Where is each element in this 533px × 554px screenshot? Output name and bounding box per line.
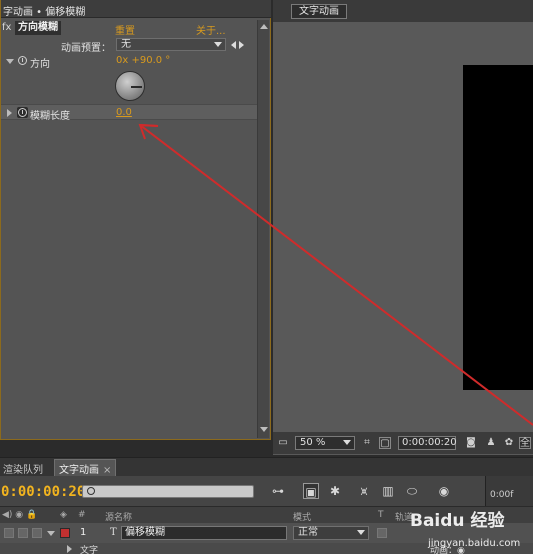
preset-next-arrow-icon[interactable]	[239, 41, 244, 49]
layer-label-color[interactable]	[60, 528, 70, 538]
about-link[interactable]: 关于...	[196, 22, 226, 37]
direction-dial[interactable]	[115, 71, 145, 101]
user-icon[interactable]: ♟	[485, 437, 497, 449]
stopwatch-icon[interactable]	[18, 108, 27, 117]
color-channels-icon[interactable]: ✿	[503, 437, 515, 449]
effect-controls-panel: 字动画 • 偏移模糊 fx 方向模糊 重置 关于... 动画预置： 无 方向 0…	[0, 0, 271, 440]
label-column-icon[interactable]: ◈	[60, 510, 67, 520]
col-hash-header[interactable]: #	[78, 510, 86, 520]
scroll-up-icon[interactable]	[260, 24, 268, 29]
tab-render-queue[interactable]: 渲染队列	[0, 460, 46, 477]
camera-icon[interactable]: ◙	[465, 437, 477, 449]
stopwatch-icon[interactable]	[18, 56, 27, 65]
chevron-down-icon	[357, 530, 365, 535]
graph-editor-icon[interactable]: ◉	[436, 483, 452, 499]
chevron-down-icon	[214, 42, 222, 47]
effect-controls-title-bar: 字动画 • 偏移模糊	[1, 0, 271, 18]
composition-toolbar: ▭ 50 % ⌗ ▢ 0:00:00:20 ◙ ♟ ✿ 全	[273, 432, 533, 454]
animation-preset-select[interactable]: 无	[116, 38, 226, 51]
comp-mini-flowchart-icon[interactable]: ⊶	[270, 483, 286, 499]
text-layer-icon: T	[110, 527, 117, 538]
reset-link[interactable]: 重置	[115, 22, 135, 37]
preserve-transparency-switch[interactable]	[377, 528, 387, 538]
composition-tab-bar: 文字动画	[273, 0, 533, 22]
audio-switch-icon[interactable]	[18, 528, 28, 538]
draft-3d-icon[interactable]: ▣	[303, 483, 319, 499]
layer-name-field[interactable]: 偏移模糊	[121, 526, 287, 540]
text-group-label: 文字	[80, 546, 99, 554]
video-switch-icon[interactable]	[4, 528, 14, 538]
direction-property-row: 方向 0x +90.0 °	[1, 54, 257, 104]
hide-shy-layers-icon[interactable]: ✱	[327, 483, 343, 499]
effect-header-row: fx 方向模糊 重置 关于...	[1, 20, 257, 37]
animation-preset-row: 动画预置： 无	[1, 37, 257, 54]
direction-label: 方向	[30, 59, 50, 70]
effect-controls-scrollbar[interactable]	[257, 20, 269, 438]
col-t-header[interactable]: T	[378, 510, 384, 520]
tab-timeline-label: 文字动画	[59, 465, 99, 476]
baidu-watermark: Baidu 经验 jingyan.baidu.com	[408, 498, 533, 554]
av-features-icon[interactable]: ◀) ◉ 🔒	[2, 510, 37, 520]
motion-blur-icon[interactable]: ▥	[380, 483, 396, 499]
scroll-down-icon[interactable]	[260, 427, 268, 432]
composition-canvas[interactable]	[463, 65, 533, 390]
safe-zones-icon[interactable]: ▢	[379, 437, 391, 449]
composition-panel: 文字动画 ▭ 50 % ⌗ ▢ 0:00:00:20 ◙ ♟ ✿ 全	[273, 0, 533, 455]
zoom-select[interactable]: 50 %	[295, 436, 355, 450]
col-source-name-header[interactable]: 源名称	[105, 510, 132, 523]
composition-tab[interactable]: 文字动画	[291, 4, 347, 19]
twirl-right-icon[interactable]	[7, 109, 12, 117]
blur-length-value[interactable]: 0.0	[116, 107, 132, 118]
animation-preset-label: 动画预置：	[61, 43, 111, 54]
dial-needle-icon	[131, 86, 142, 88]
fx-icon[interactable]: fx	[2, 22, 11, 33]
twirl-down-icon[interactable]	[6, 59, 14, 64]
brainstorm-icon[interactable]: ⬭	[404, 483, 420, 499]
blur-length-property-row: 模糊长度 0.0	[1, 104, 257, 122]
blur-length-label: 模糊长度	[30, 111, 70, 122]
search-icon	[87, 487, 95, 495]
timeline-tab-bar: 渲染队列 文字动画 ×	[0, 457, 533, 478]
solo-switch-icon[interactable]	[32, 528, 42, 538]
direction-value[interactable]: 0x +90.0 °	[116, 55, 170, 66]
blend-mode-value: 正常	[298, 527, 318, 538]
grid-icon[interactable]: ⌗	[361, 437, 373, 449]
timeline-timecode[interactable]: 0:00:00:20	[1, 484, 85, 500]
watermark-logo: Baidu 经验	[410, 511, 505, 531]
layer-number: 1	[80, 527, 87, 538]
twirl-down-icon[interactable]	[47, 531, 55, 536]
preset-prev-arrow-icon[interactable]	[231, 41, 236, 49]
current-time-field[interactable]: 0:00:00:20	[398, 436, 457, 450]
zoom-value: 50 %	[300, 437, 326, 448]
effect-controls-title: 字动画 • 偏移模糊	[3, 7, 86, 18]
current-time-value: 0:00:00:20	[402, 437, 457, 448]
animation-preset-value: 无	[121, 39, 131, 50]
col-mode-header[interactable]: 模式	[293, 510, 311, 523]
effect-name[interactable]: 方向模糊	[15, 21, 61, 35]
frame-blending-icon[interactable]: ⩙	[356, 483, 372, 499]
close-icon[interactable]: ×	[103, 465, 111, 476]
watermark-url: jingyan.baidu.com	[428, 538, 521, 549]
region-icon[interactable]: ▭	[277, 437, 289, 449]
twirl-right-icon[interactable]	[67, 545, 72, 553]
overflow-label[interactable]: 全	[519, 437, 531, 449]
timeline-search-input[interactable]	[82, 485, 254, 498]
blend-mode-select[interactable]: 正常	[293, 526, 369, 540]
chevron-down-icon	[343, 440, 351, 445]
